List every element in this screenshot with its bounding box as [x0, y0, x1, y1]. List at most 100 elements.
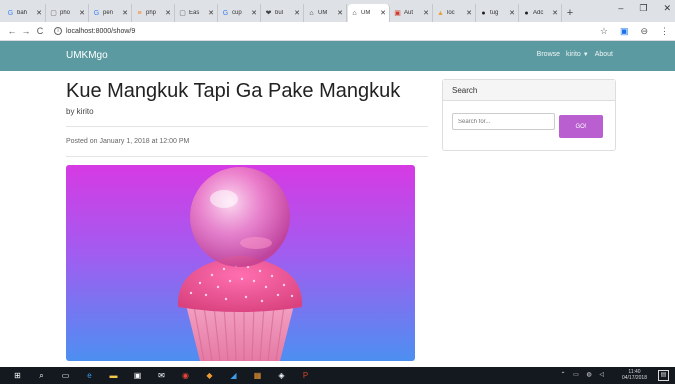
nav-user-label: kirito — [566, 51, 581, 58]
page-icon: ▢ — [50, 9, 57, 17]
post-date: Posted on January 1, 2018 at 12:00 PM — [66, 138, 190, 145]
mail-icon[interactable]: ✉ — [156, 370, 167, 381]
new-tab-button[interactable]: + — [563, 4, 577, 22]
browser-tab[interactable]: ▢ pho ✕ — [47, 4, 89, 22]
browser-tab-title: pen — [103, 10, 114, 16]
sublime-icon[interactable]: ◆ — [204, 370, 215, 381]
brand-logo[interactable]: UMKMgo — [66, 50, 108, 61]
tab-close-icon[interactable]: ✕ — [423, 9, 429, 17]
maximize-icon[interactable]: ❐ — [639, 3, 647, 14]
home-icon: ⌂ — [352, 9, 357, 17]
browser-tab-title: cup — [232, 10, 242, 16]
github-icon: ● — [481, 9, 486, 17]
back-icon[interactable]: ← — [6, 26, 18, 36]
vscode-icon[interactable]: ◢ — [228, 370, 239, 381]
tab-close-icon[interactable]: ✕ — [380, 9, 386, 17]
site-navbar: UMKMgo Browse kirito ▼ About — [0, 41, 675, 71]
browser-tab[interactable]: Gpen ✕ — [90, 4, 132, 22]
explorer-icon[interactable]: ▬ — [108, 370, 119, 381]
browser-tab-title: UM — [318, 10, 328, 16]
divider — [66, 156, 428, 157]
browser-tab[interactable]: ▢ Eas ✕ — [176, 4, 218, 22]
browser-tab-title: php — [146, 10, 157, 16]
edge-icon[interactable]: e — [84, 370, 95, 381]
menu-icon[interactable]: ⋮ — [660, 26, 669, 37]
browser-tab[interactable]: ▣ Aut ✕ — [391, 4, 433, 22]
forward-icon[interactable]: → — [20, 26, 32, 36]
star-icon[interactable]: ☆ — [600, 26, 608, 37]
search-go-button[interactable]: GO! — [559, 115, 603, 138]
bubble — [190, 167, 290, 267]
address-bar: ← → C i localhost:8000/show/9 ☆ ▣ ⊖ ⋮ — [0, 22, 675, 41]
tab-close-icon[interactable]: ✕ — [79, 9, 85, 17]
browser-tab[interactable]: Gcup ✕ — [219, 4, 261, 22]
windows-taskbar: ⊞ ⌕ ▭ e ▬ ▣ ✉ ◉ ◆ ◢ ▦ ◈ P ⌃ ▭ ◍ ◁ 11:40 … — [0, 367, 675, 384]
search-card: Search GO! — [442, 79, 616, 151]
nav-user-dropdown[interactable]: kirito ▼ — [566, 51, 589, 58]
reload-icon[interactable]: C — [34, 26, 46, 36]
store-icon[interactable]: ▣ — [132, 370, 143, 381]
app-icon: ▣ — [394, 9, 401, 17]
tab-close-icon[interactable]: ✕ — [251, 9, 257, 17]
window-controls: – ❐ ✕ — [618, 3, 671, 14]
close-icon[interactable]: ✕ — [663, 3, 671, 14]
notification-icon[interactable]: ▤ — [658, 370, 669, 381]
browser-tab-title: bah — [17, 10, 28, 16]
browser-tab-title: bul — [275, 10, 284, 16]
browser-tab-title: Eas — [189, 10, 200, 16]
info-icon[interactable]: i — [54, 27, 62, 35]
powerpoint-icon[interactable]: P — [300, 370, 311, 381]
post-title: Kue Mangkuk Tapi Ga Pake Mangkuk — [66, 80, 401, 102]
nav-browse-link[interactable]: Browse — [537, 51, 560, 58]
post-image — [66, 165, 415, 361]
browser-tab[interactable]: ⌂ UM ✕ — [348, 4, 390, 22]
profile-icon[interactable]: ⊖ — [640, 26, 648, 37]
browser-tab[interactable]: ● tug ✕ — [477, 4, 519, 22]
page-icon: ▢ — [179, 9, 186, 17]
browser-tab[interactable]: ❤ bul ✕ — [262, 4, 304, 22]
chrome-icon[interactable]: ◉ — [180, 370, 191, 381]
tab-close-icon[interactable]: ✕ — [208, 9, 214, 17]
extension-icon[interactable]: ▣ — [620, 26, 629, 37]
tab-close-icon[interactable]: ✕ — [466, 9, 472, 17]
search-input[interactable] — [452, 113, 555, 130]
windows-icon[interactable]: ⊞ — [12, 370, 23, 381]
system-tray-icons[interactable]: ⌃ ▭ ◍ ◁ — [560, 371, 607, 378]
clock-date: 04/17/2018 — [621, 375, 647, 381]
minimize-icon[interactable]: – — [618, 3, 623, 14]
google-icon: G — [222, 9, 229, 17]
search-icon[interactable]: ⌕ — [36, 370, 47, 381]
browser-tab-title: loc — [447, 10, 455, 16]
url-text[interactable]: localhost:8000/show/9 — [66, 28, 135, 35]
tab-close-icon[interactable]: ✕ — [552, 9, 558, 17]
tab-close-icon[interactable]: ✕ — [337, 9, 343, 17]
browser-tab[interactable]: ⌂ UM ✕ — [305, 4, 347, 22]
browser-tab-title: Aut — [404, 10, 414, 16]
browser-tab[interactable]: ▲ loc ✕ — [434, 4, 476, 22]
divider — [66, 126, 428, 127]
caret-down-icon: ▼ — [582, 52, 589, 58]
git-icon[interactable]: ◈ — [276, 370, 287, 381]
nav-about-link[interactable]: About — [595, 51, 613, 58]
clock[interactable]: 11:40 04/17/2018 — [622, 369, 647, 381]
home-icon: ⌂ — [309, 9, 314, 17]
google-icon: G — [7, 9, 14, 17]
tab-close-icon[interactable]: ✕ — [294, 9, 300, 17]
tab-close-icon[interactable]: ✕ — [509, 9, 515, 17]
browser-tab[interactable]: ≡ php ✕ — [133, 4, 175, 22]
heart-icon: ❤ — [265, 9, 272, 17]
browser-tab[interactable]: Gbah ✕ — [4, 4, 46, 22]
tab-close-icon[interactable]: ✕ — [36, 9, 42, 17]
tab-close-icon[interactable]: ✕ — [165, 9, 171, 17]
app-icon[interactable]: ▦ — [252, 370, 263, 381]
url-field[interactable]: i localhost:8000/show/9 — [54, 27, 135, 35]
taskview-icon[interactable]: ▭ — [60, 370, 71, 381]
github-icon: ● — [524, 9, 529, 17]
browser-tab-title: UM — [361, 10, 371, 16]
browser-tab-title: tug — [490, 10, 499, 16]
browser-tab-title: Adc — [533, 10, 544, 16]
browser-tab[interactable]: ● Adc ✕ — [520, 4, 562, 22]
tab-close-icon[interactable]: ✕ — [122, 9, 128, 17]
post-author: by kirito — [66, 107, 94, 116]
google-icon: G — [93, 9, 100, 17]
